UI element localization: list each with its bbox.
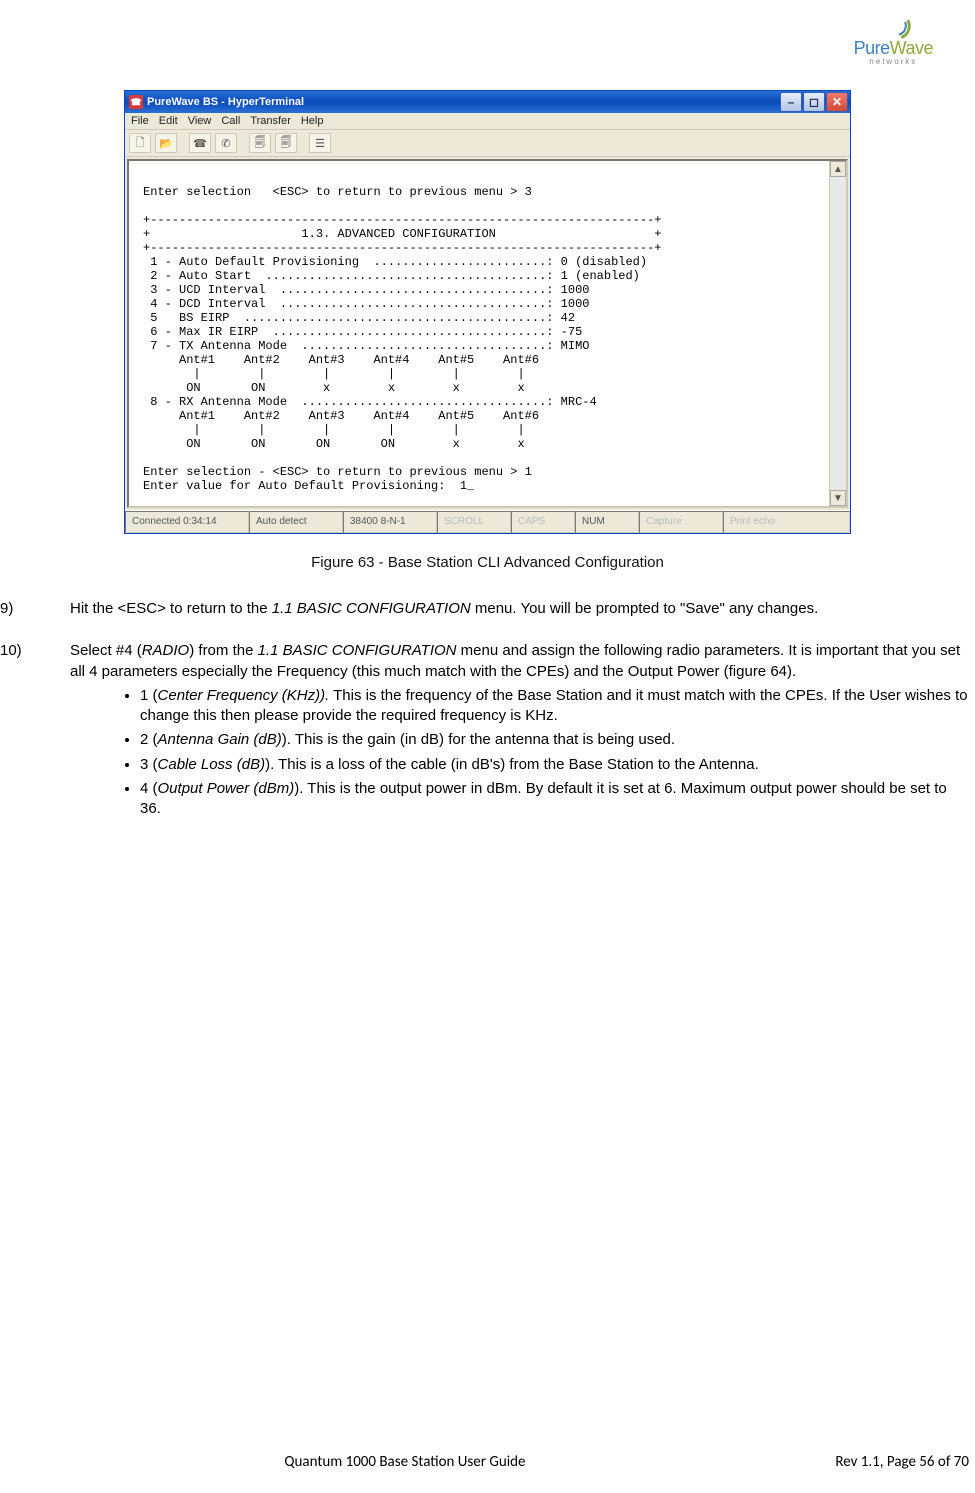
step-10: 10) Select #4 (RADIO) from the 1.1 BASIC… [0,641,969,823]
status-caps: CAPS [511,511,575,533]
s10-i2: 1.1 BASIC CONFIGURATION [258,642,457,659]
status-scroll: SCROLL [437,511,511,533]
status-capture: Capture [639,511,723,533]
vertical-scrollbar[interactable]: ▲ ▼ [829,161,846,506]
b4-pre: 4 ( [140,780,158,797]
step-9-text: Hit the <ESC> to return to the 1.1 BASIC… [70,599,969,619]
disconnect-icon[interactable]: ✆ [215,133,237,153]
status-echo: Print echo [723,511,850,533]
step-9: 9) Hit the <ESC> to return to the 1.1 BA… [0,599,969,619]
b1-pre: 1 ( [140,687,158,704]
brand-logo: PureWave networks [854,8,933,66]
b3-it: Cable Loss (dB) [158,756,266,773]
logo-swoosh-icon [873,8,913,38]
logo-pure: Pure [854,38,890,58]
toolbar: 🗋 📂 ☎ ✆ 🗐 🗐 ☰ [125,130,850,157]
step-number: 10) [0,641,70,823]
bullet-2: 2 (Antenna Gain (dB)). This is the gain … [140,730,969,750]
scroll-down-icon[interactable]: ▼ [830,490,846,506]
s10-b: ) from the [189,642,257,659]
menu-call[interactable]: Call [221,115,240,127]
hyperterminal-window: ☎ PureWave BS - HyperTerminal – ◻ ✕ File… [124,90,851,534]
maximize-button[interactable]: ◻ [803,92,825,112]
menu-transfer[interactable]: Transfer [250,115,291,127]
menu-edit[interactable]: Edit [159,115,178,127]
bullet-4: 4 (Output Power (dBm)). This is the outp… [140,779,969,820]
open-icon[interactable]: 📂 [155,133,177,153]
menu-view[interactable]: View [188,115,212,127]
new-icon[interactable]: 🗋 [129,133,151,153]
bullet-3: 3 (Cable Loss (dB)). This is a loss of t… [140,755,969,775]
status-connected: Connected 0:34:14 [125,511,249,533]
status-num: NUM [575,511,639,533]
close-button[interactable]: ✕ [826,92,848,112]
b4-it: Output Power (dBm) [158,780,295,797]
status-bar: Connected 0:34:14 Auto detect 38400 8-N-… [125,510,850,533]
b2-post: ). This is the gain (in dB) for the ante… [282,731,675,748]
status-baud: 38400 8-N-1 [343,511,437,533]
send-icon[interactable]: 🗐 [249,133,271,153]
properties-icon[interactable]: ☰ [309,133,331,153]
step-10-bullets: 1 (Center Frequency (KHz)). This is the … [70,686,969,820]
step-number: 9) [0,599,70,619]
menu-file[interactable]: File [131,115,149,127]
b2-pre: 2 ( [140,731,158,748]
window-title: PureWave BS - HyperTerminal [147,96,304,108]
step-10-text: Select #4 (RADIO) from the 1.1 BASIC CON… [70,641,969,823]
bullet-1: 1 (Center Frequency (KHz)). This is the … [140,686,969,727]
logo-wordmark: PureWave [854,38,933,59]
status-autodetect: Auto detect [249,511,343,533]
window-titlebar[interactable]: ☎ PureWave BS - HyperTerminal – ◻ ✕ [125,91,850,113]
app-icon: ☎ [129,95,143,109]
s10-a: Select #4 ( [70,642,142,659]
b2-it: Antenna Gain (dB) [158,731,282,748]
footer-title: Quantum 1000 Base Station User Guide [0,1453,566,1471]
footer-rev: Rev 1.1, Page 56 of 70 [566,1453,975,1471]
figure-caption: Figure 63 - Base Station CLI Advanced Co… [0,554,975,571]
minimize-button[interactable]: – [780,92,802,112]
terminal-client-area: Enter selection <ESC> to return to previ… [127,159,848,508]
step9-b: menu. You will be prompted to "Save" any… [471,600,819,617]
b3-post: ). This is a loss of the cable (in dB's)… [265,756,759,773]
step9-i: 1.1 BASIC CONFIGURATION [272,600,471,617]
page-footer: Quantum 1000 Base Station User Guide Rev… [0,1453,975,1471]
receive-icon[interactable]: 🗐 [275,133,297,153]
logo-wave: Wave [890,38,933,58]
s10-i: RADIO [142,642,190,659]
menu-help[interactable]: Help [301,115,324,127]
b1-it: Center Frequency (KHz)). [158,687,330,704]
menu-bar: File Edit View Call Transfer Help [125,113,850,130]
call-icon[interactable]: ☎ [189,133,211,153]
terminal-output[interactable]: Enter selection <ESC> to return to previ… [129,161,829,506]
scroll-up-icon[interactable]: ▲ [830,161,846,177]
b3-pre: 3 ( [140,756,158,773]
step9-a: Hit the <ESC> to return to the [70,600,272,617]
